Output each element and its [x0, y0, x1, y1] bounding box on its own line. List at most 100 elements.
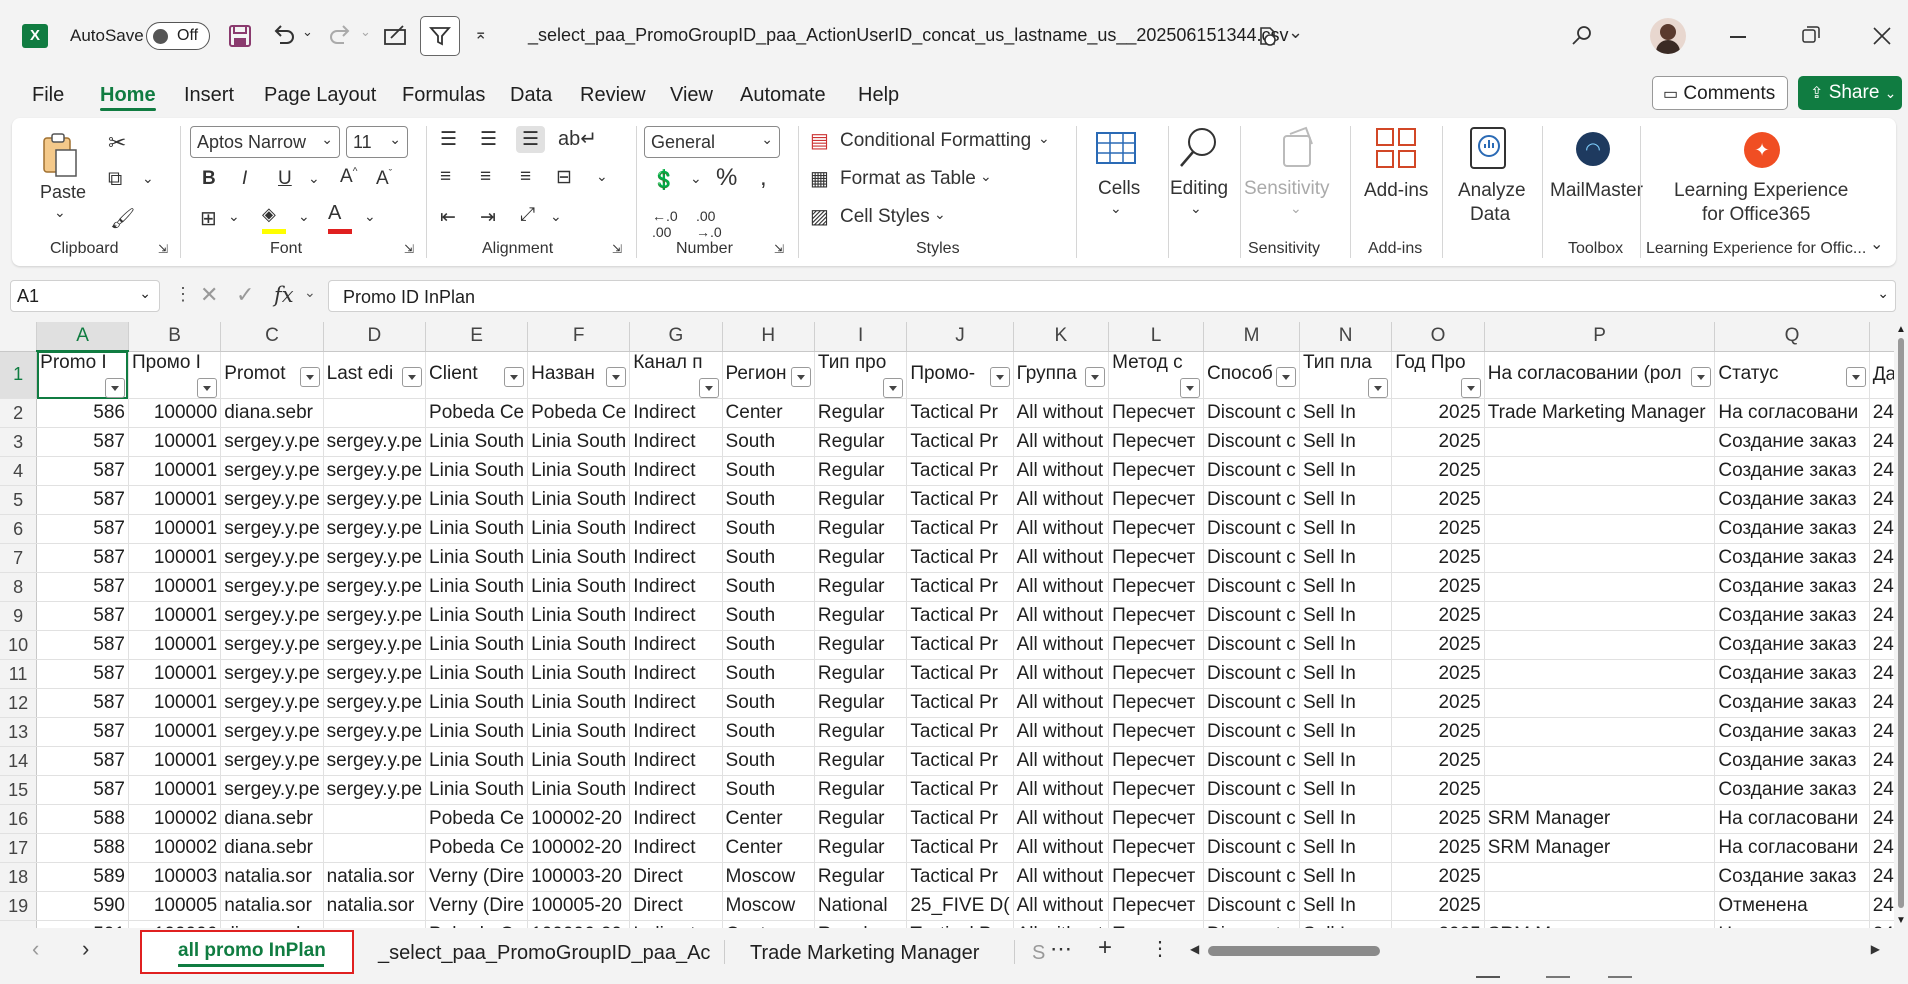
table-cell[interactable]: 2025	[1391, 688, 1485, 718]
copy-icon[interactable]: ⧉	[108, 168, 122, 191]
table-cell[interactable]: Indirect	[629, 398, 723, 428]
table-cell[interactable]: Пересчет	[1108, 746, 1205, 776]
table-cell[interactable]: Regular	[814, 601, 908, 631]
cells-button[interactable]: Cells	[1098, 178, 1140, 200]
table-cell[interactable]: 2025	[1391, 601, 1485, 631]
table-cell[interactable]: Linia South	[527, 456, 631, 486]
table-cell[interactable]: Linia South	[425, 630, 529, 660]
table-cell[interactable]: Discount c	[1203, 833, 1300, 863]
table-cell[interactable]: Discount c	[1203, 630, 1300, 660]
table-cell[interactable]: Discount c	[1203, 746, 1300, 776]
borders-dropdown-icon[interactable]: ⌄	[228, 208, 240, 225]
insert-function-chevron-icon[interactable]: ⌄	[304, 284, 316, 301]
table-cell[interactable]: Linia South	[527, 485, 631, 515]
menu-automate[interactable]: Automate	[740, 84, 826, 107]
filter-dropdown-icon[interactable]	[299, 366, 320, 387]
table-cell[interactable]: All without	[1013, 630, 1110, 660]
analyze-data-line1[interactable]: Analyze	[1458, 180, 1526, 202]
table-cell[interactable]: 2025	[1391, 485, 1485, 515]
cell-styles-button[interactable]: Cell Styles	[840, 206, 930, 228]
paste-button[interactable]: Paste	[40, 182, 86, 203]
table-cell[interactable]: Indirect	[629, 601, 723, 631]
search-icon[interactable]	[1568, 22, 1596, 50]
align-bottom-icon[interactable]: ☰	[516, 126, 546, 153]
table-cell[interactable]: Пересчет	[1108, 804, 1205, 834]
row-header[interactable]: 19	[0, 891, 38, 921]
table-cell[interactable]: Linia South	[527, 688, 631, 718]
table-cell[interactable]: Discount c	[1203, 891, 1300, 921]
decrease-font-icon[interactable]: Aˇ	[376, 168, 392, 190]
table-cell[interactable]: Regular	[814, 427, 908, 457]
table-cell[interactable]: sergey.y.pe	[220, 601, 324, 631]
percent-icon[interactable]: %	[716, 164, 737, 192]
redo-dropdown-icon[interactable]: ⌄	[360, 24, 371, 40]
column-header-l[interactable]: L	[1108, 322, 1205, 352]
formula-input[interactable]: Promo ID InPlan ⌄	[328, 280, 1896, 312]
table-cell[interactable]: Sell In	[1299, 398, 1393, 428]
table-cell[interactable]: sergey.y.pe	[220, 543, 324, 573]
table-cell[interactable]: 2025	[1391, 717, 1485, 747]
table-cell[interactable]: 587	[36, 543, 129, 573]
next-sheet-icon[interactable]: ›	[82, 936, 89, 962]
align-middle-icon[interactable]: ☰	[480, 128, 497, 151]
table-cell[interactable]	[1484, 775, 1716, 805]
table-cell[interactable]	[1484, 427, 1716, 457]
table-cell[interactable]: Пересчет	[1108, 398, 1205, 428]
table-cell[interactable]: Tactical Pr	[906, 775, 1014, 805]
table-cell[interactable]: sergey.y.pe	[323, 514, 427, 544]
row-header[interactable]: 12	[0, 688, 38, 718]
table-cell[interactable]: Создание заказ	[1714, 427, 1870, 457]
accounting-dropdown-icon[interactable]: ⌄	[690, 170, 702, 187]
table-cell[interactable]: 100001	[128, 601, 222, 631]
table-cell[interactable]: sergey.y.pe	[323, 427, 427, 457]
increase-decimal-icon[interactable]: ←.0.00	[652, 208, 678, 240]
cell-styles-icon[interactable]: ▨	[810, 204, 829, 229]
table-cell[interactable]: Discount c	[1203, 775, 1300, 805]
table-cell[interactable]: Linia South	[425, 659, 529, 689]
add-ins-button[interactable]: Add-ins	[1364, 180, 1428, 202]
table-cell[interactable]: All without	[1013, 717, 1110, 747]
table-cell[interactable]: Sell In	[1299, 891, 1393, 921]
table-cell[interactable]: Sell In	[1299, 543, 1393, 573]
confirm-entry-icon[interactable]: ✓	[236, 282, 254, 308]
table-cell[interactable]: All without	[1013, 427, 1110, 457]
prev-sheet-icon[interactable]: ‹	[32, 936, 39, 962]
table-cell[interactable]: Tactical Pr	[906, 601, 1014, 631]
filter-dropdown-icon[interactable]	[1275, 366, 1296, 387]
comments-button[interactable]: ▭ Comments	[1652, 76, 1788, 110]
table-cell[interactable]: 2025	[1391, 891, 1485, 921]
table-cell[interactable]: 100002	[128, 833, 222, 863]
copy-dropdown-icon[interactable]: ⌄	[142, 170, 154, 187]
header-cell[interactable]: Год Про	[1391, 351, 1485, 399]
table-cell[interactable]: diana.sebr	[220, 398, 324, 428]
table-cell[interactable]: На согласовани	[1714, 804, 1870, 834]
table-cell[interactable]: 100001	[128, 456, 222, 486]
column-header-i[interactable]: I	[814, 322, 908, 352]
table-cell[interactable]: Regular	[814, 688, 908, 718]
table-cell[interactable]: 587	[36, 775, 129, 805]
header-cell[interactable]: Last edi	[323, 351, 427, 399]
table-cell[interactable]: Discount c	[1203, 659, 1300, 689]
table-cell[interactable]: Linia South	[425, 688, 529, 718]
borders-icon[interactable]: ⊞	[200, 206, 217, 231]
table-cell[interactable]: Linia South	[425, 746, 529, 776]
form-icon[interactable]	[382, 22, 410, 50]
menu-page-layout[interactable]: Page Layout	[264, 84, 376, 107]
table-cell[interactable]: Linia South	[527, 427, 631, 457]
table-cell[interactable]: Создание заказ	[1714, 746, 1870, 776]
table-cell[interactable]: South	[722, 717, 815, 747]
table-cell[interactable]: Indirect	[629, 688, 723, 718]
table-cell[interactable]: Moscow	[722, 862, 815, 892]
table-cell[interactable]: Pobeda Ce	[425, 398, 529, 428]
alignment-launcher-icon[interactable]: ⇲	[612, 242, 622, 256]
table-cell[interactable]: Regular	[814, 775, 908, 805]
table-cell[interactable]: Пересчет	[1108, 862, 1205, 892]
table-cell[interactable]: 25_FIVE D(	[906, 891, 1014, 921]
row-header[interactable]: 18	[0, 862, 38, 892]
table-cell[interactable]: Tactical Pr	[906, 717, 1014, 747]
header-cell[interactable]: Promo I	[36, 351, 129, 399]
table-cell[interactable]: South	[722, 659, 815, 689]
table-cell[interactable]: sergey.y.pe	[220, 485, 324, 515]
conditional-formatting-dropdown-icon[interactable]: ⌄	[1038, 130, 1050, 147]
table-cell[interactable]: Center	[722, 804, 815, 834]
